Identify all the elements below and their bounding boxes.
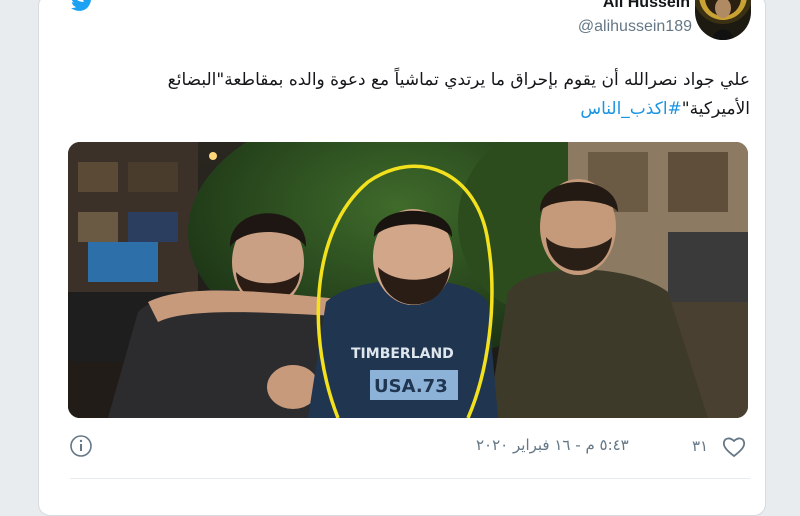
sweatshirt-brand-text: TIMBERLAND [351, 346, 454, 362]
info-icon[interactable] [69, 434, 93, 458]
tweet-footer-row [70, 484, 750, 504]
twitter-logo-icon[interactable] [70, 0, 96, 14]
divider [70, 478, 750, 479]
hashtag-link[interactable]: #اكذب_الناس [580, 99, 681, 119]
display-name[interactable]: Ali Hussein [603, 0, 690, 12]
tweet-text-line-1: علي جواد نصرالله أن يقوم بإحراق ما يرتدي… [167, 70, 750, 90]
tweet-text-line-2-prefix: الأميركية" [681, 99, 750, 119]
user-handle[interactable]: @alihussein189 [578, 18, 692, 36]
like-count[interactable]: ٣١ [692, 437, 708, 455]
heart-icon[interactable] [722, 436, 746, 458]
sweatshirt-usa-text: USA.73 [374, 376, 448, 397]
tweet-photo[interactable]: TIMBERLAND USA.73 [68, 142, 748, 418]
tweet-text-line-2: الأميركية"#اكذب_الناس [100, 95, 750, 124]
photo-image: TIMBERLAND USA.73 [68, 142, 748, 418]
tweet-text: علي جواد نصرالله أن يقوم بإحراق ما يرتدي… [100, 66, 750, 124]
tweet-timestamp[interactable]: ٥:٤٣ م - ١٦ فبراير ٢٠٢٠ [476, 436, 629, 454]
